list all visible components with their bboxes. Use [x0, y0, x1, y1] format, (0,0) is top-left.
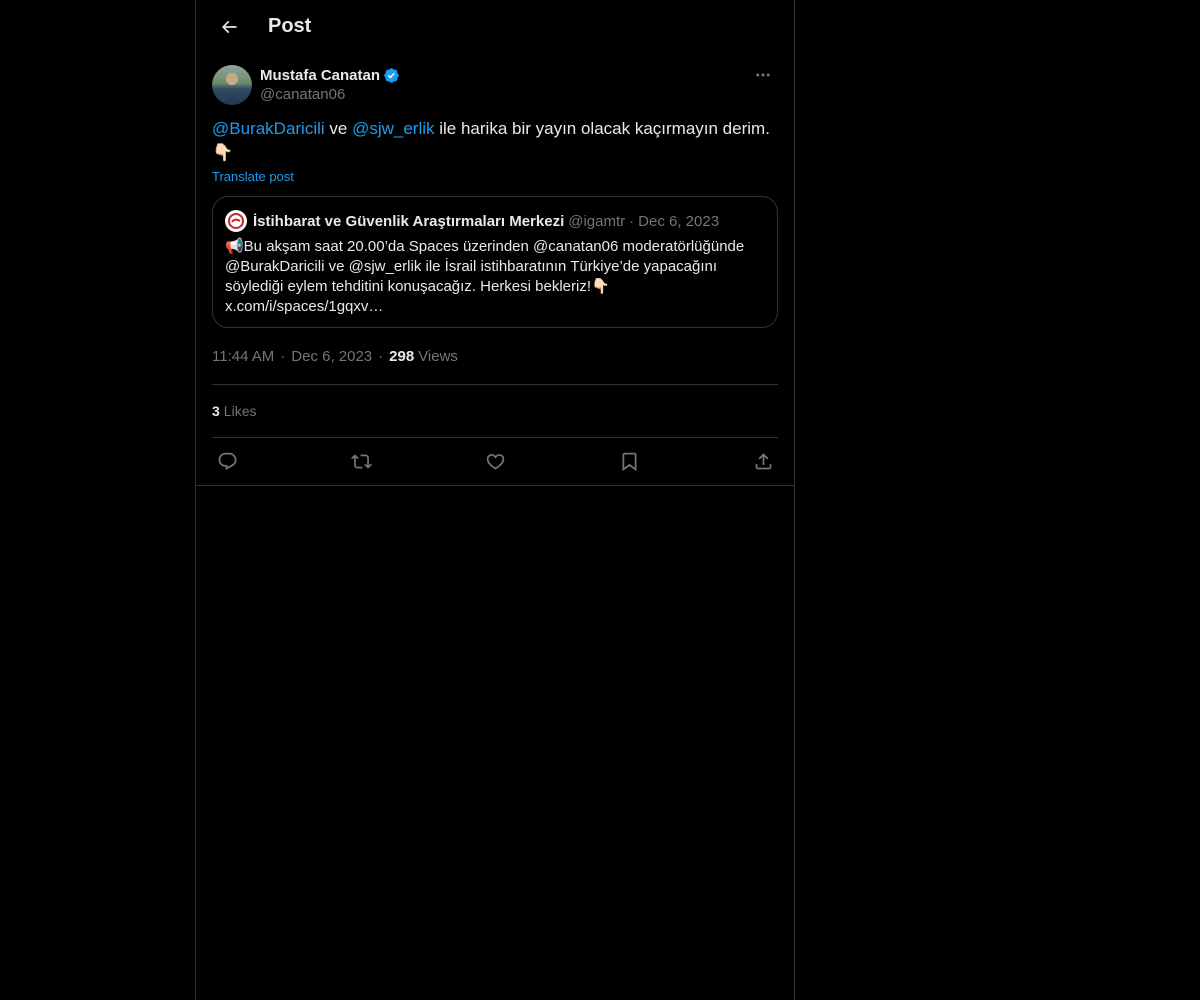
post-text-segment: ve [324, 119, 353, 138]
divider [196, 485, 794, 486]
quoted-date: Dec 6, 2023 [638, 212, 720, 230]
avatar[interactable] [212, 65, 252, 105]
repost-icon [350, 454, 372, 469]
share-icon [755, 453, 771, 470]
post-text: @BurakDaricili ve @sjw_erlik ile harika … [212, 117, 772, 165]
action-bar [212, 438, 778, 485]
heart-icon [486, 454, 504, 470]
post: Mustafa Canatan @canatan06 @BurakDaricil… [196, 53, 794, 486]
mention-link[interactable]: @sjw_erlik [352, 119, 434, 138]
quoted-avatar[interactable] [225, 210, 247, 232]
quoted-handle: @igamtr [568, 212, 626, 230]
primary-column: Post Mustafa Canatan @canatan06 @BurakDa… [195, 0, 795, 1000]
page-title: Post [268, 15, 312, 37]
more-horizontal-icon [756, 73, 770, 77]
separator-dot: · [378, 347, 384, 365]
author-handle[interactable]: @canatan06 [260, 85, 400, 105]
author-row: Mustafa Canatan @canatan06 [212, 65, 778, 105]
bookmark-button[interactable] [618, 451, 640, 473]
top-bar: Post [196, 0, 794, 53]
views-count: 298 [389, 347, 415, 365]
arrow-left-icon [221, 20, 237, 33]
mention-link[interactable]: @BurakDaricili [212, 119, 325, 138]
post-date[interactable]: Dec 6, 2023 [291, 348, 372, 365]
more-options-button[interactable] [748, 65, 778, 85]
repost-button[interactable] [350, 451, 372, 473]
share-button[interactable] [752, 451, 774, 473]
reply-button[interactable] [216, 451, 238, 473]
author-names: Mustafa Canatan @canatan06 [260, 65, 400, 105]
bookmark-icon [622, 452, 636, 472]
igam-logo-icon [228, 213, 244, 229]
likes-link[interactable]: 3 Likes [212, 385, 778, 437]
author-display-name[interactable]: Mustafa Canatan [260, 67, 380, 84]
post-meta: 11:44 AM · Dec 6, 2023 · 298 Views [212, 344, 778, 368]
quoted-post[interactable]: İstihbarat ve Güvenlik Araştırmaları Mer… [212, 196, 778, 328]
back-button[interactable] [212, 10, 246, 44]
post-time[interactable]: 11:44 AM [212, 348, 274, 365]
likes-label: Likes [223, 403, 257, 419]
likes-count: 3 [212, 403, 220, 419]
verified-badge-icon[interactable] [383, 67, 400, 84]
author-name-row: Mustafa Canatan [260, 65, 400, 85]
like-button[interactable] [484, 451, 506, 473]
reply-icon [218, 452, 236, 470]
quoted-display-name: İstihbarat ve Güvenlik Araştırmaları Mer… [253, 212, 565, 230]
quoted-post-header: İstihbarat ve Güvenlik Araştırmaları Mer… [225, 209, 765, 233]
separator-dot: · [629, 212, 635, 230]
separator-dot: · [280, 347, 286, 365]
quoted-post-text: 📢Bu akşam saat 20.00’da Spaces üzerinden… [225, 238, 745, 315]
translate-post-link[interactable]: Translate post [212, 169, 778, 184]
views-label: Views [418, 347, 458, 365]
